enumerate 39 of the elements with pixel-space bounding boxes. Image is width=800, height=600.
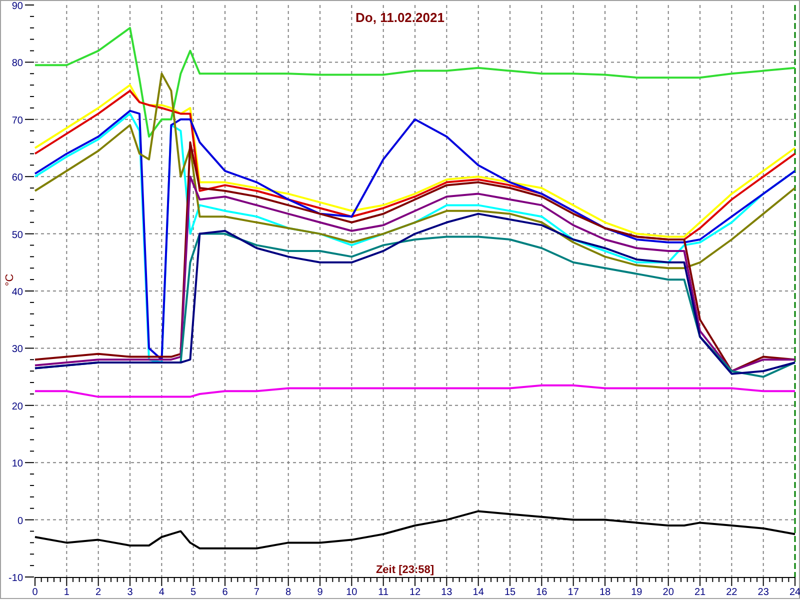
x-tick-label: 3 bbox=[127, 587, 133, 598]
y-tick-label: 70 bbox=[12, 115, 23, 126]
x-tick-label: 1 bbox=[64, 587, 70, 598]
y-axis-label: °C bbox=[4, 274, 16, 286]
x-tick-label: 0 bbox=[32, 587, 38, 598]
x-tick-label: 13 bbox=[441, 587, 452, 598]
y-tick-label: 90 bbox=[12, 1, 23, 12]
x-tick-label: 4 bbox=[158, 587, 164, 598]
x-tick-label: 23 bbox=[758, 587, 769, 598]
x-tick-label: 19 bbox=[631, 587, 642, 598]
y-tick-label: 80 bbox=[12, 58, 23, 70]
x-tick-label: 7 bbox=[254, 587, 260, 598]
x-tick-label: 22 bbox=[726, 587, 738, 598]
x-tick-label: 5 bbox=[190, 587, 196, 598]
x-tick-label: 2 bbox=[96, 587, 102, 598]
y-tick-label: -10 bbox=[8, 573, 23, 584]
y-tick-label: 20 bbox=[12, 401, 23, 412]
x-tick-label: 20 bbox=[662, 587, 674, 598]
x-tick-label: 21 bbox=[694, 587, 706, 598]
x-tick-label: 9 bbox=[317, 587, 323, 598]
y-tick-label: 60 bbox=[12, 172, 23, 184]
y-tick-label: 10 bbox=[12, 458, 23, 470]
x-tick-label: 18 bbox=[599, 587, 611, 598]
y-tick-label: 40 bbox=[12, 287, 23, 298]
x-tick-label: 17 bbox=[568, 587, 579, 598]
x-tick-label: 8 bbox=[286, 587, 292, 598]
x-tick-label: 6 bbox=[222, 587, 228, 598]
y-tick-label: 30 bbox=[12, 344, 23, 356]
x-tick-label: 12 bbox=[409, 587, 421, 598]
x-tick-label: 14 bbox=[472, 587, 484, 598]
x-tick-label: 16 bbox=[536, 587, 548, 598]
y-tick-label: 0 bbox=[17, 516, 23, 527]
x-tick-label: 15 bbox=[504, 587, 516, 598]
chart-title: Do, 11.02.2021 bbox=[356, 10, 444, 25]
x-tick-label: 24 bbox=[789, 587, 800, 598]
x-tick-label: 10 bbox=[346, 587, 358, 598]
x-tick-label: 11 bbox=[378, 587, 389, 598]
x-axis-label: Zeit [23:58] bbox=[376, 564, 434, 576]
y-tick-label: 50 bbox=[12, 230, 23, 241]
